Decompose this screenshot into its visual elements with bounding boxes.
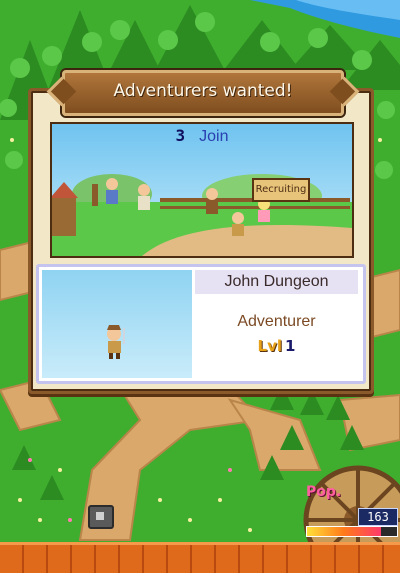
recruiting-sign: Recruiting [252, 178, 310, 202]
population-bar-fill [307, 527, 381, 536]
candidate-job: Adventurer [237, 313, 316, 330]
population-value: 163 [358, 508, 398, 526]
level-value: 1 [285, 337, 296, 355]
candidate-level: Lvl 1 [195, 337, 358, 355]
level-tag: Lvl [257, 337, 283, 355]
population-label: Pop. [306, 484, 342, 500]
population-bar [306, 526, 398, 537]
join-count: 3 [175, 126, 186, 145]
join-counter: 3 Join [52, 126, 352, 150]
popup-title-bar: Adventurers wanted! [62, 70, 344, 116]
popup-title: Adventurers wanted! [113, 81, 293, 101]
brick-border [0, 542, 400, 573]
adventurer-sprite-icon [107, 325, 125, 359]
candidate-name: John Dungeon [195, 270, 358, 294]
join-label: Join [199, 128, 229, 145]
candidate-card: John Dungeon Adventurer Lvl 1 [36, 264, 366, 384]
stone-marker-icon [88, 505, 114, 529]
candidate-portrait [42, 270, 192, 378]
